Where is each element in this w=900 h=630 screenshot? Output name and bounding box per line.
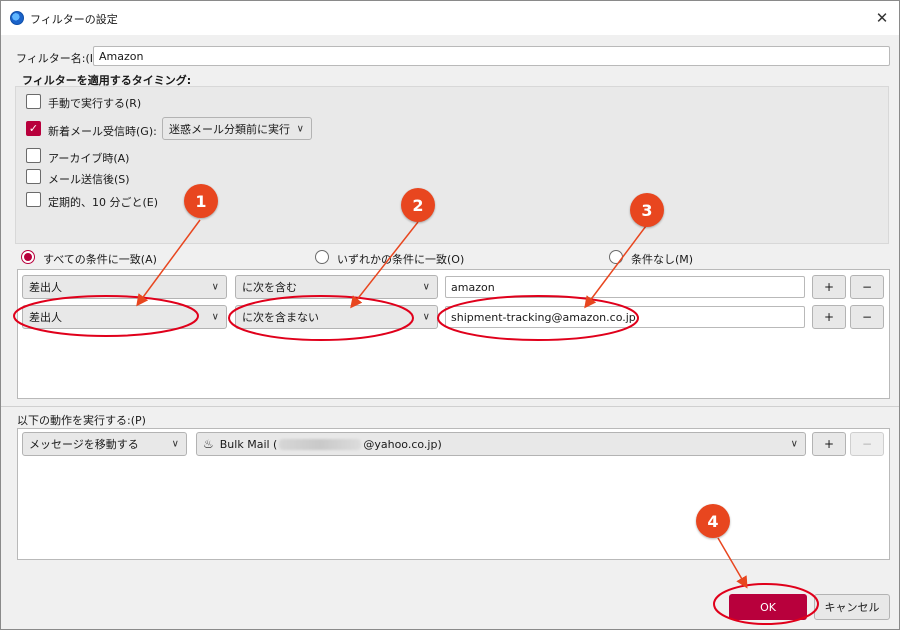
timing-panel — [15, 86, 889, 244]
chevron-down-icon: ∨ — [790, 438, 798, 450]
annotation-badge-2: 2 — [401, 188, 435, 222]
no-condition-label: 条件なし(M) — [631, 253, 694, 266]
new-mail-timing-value: 迷惑メール分類前に実行 — [169, 122, 290, 136]
actions-heading: 以下の動作を実行する:(P) — [17, 414, 146, 427]
rule-1-remove-button[interactable]: − — [850, 275, 884, 299]
action-target-suffix: @yahoo.co.jp) — [363, 437, 442, 451]
redacted-email — [279, 438, 362, 450]
ok-button[interactable]: OK — [729, 594, 807, 620]
filter-settings-dialog: フィルターの設定 ✕ フィルター名:(I) Amazon フィルターを適用するタ… — [0, 0, 900, 630]
cancel-button[interactable]: キャンセル — [814, 594, 890, 620]
chevron-down-icon: ∨ — [422, 311, 430, 323]
after-send-checkbox[interactable] — [26, 169, 41, 184]
new-mail-checkbox[interactable]: ✓ — [26, 121, 41, 136]
archive-label: アーカイブ時(A) — [48, 152, 130, 165]
action-remove-button[interactable]: − — [850, 432, 884, 456]
match-any-radio[interactable] — [315, 250, 329, 264]
chevron-down-icon: ∨ — [296, 123, 304, 134]
periodic-checkbox[interactable] — [26, 192, 41, 207]
manual-run-label: 手動で実行する(R) — [48, 97, 142, 110]
action-target-select[interactable]: ♨ Bulk Mail ( @yahoo.co.jp) ∨ — [196, 432, 806, 456]
rule-1-operator: に次を含む — [242, 281, 297, 294]
window-title: フィルターの設定 — [30, 13, 118, 26]
rule-2-remove-button[interactable]: − — [850, 305, 884, 329]
chevron-down-icon: ∨ — [211, 281, 219, 293]
manual-run-checkbox[interactable] — [26, 94, 41, 109]
filter-name-input[interactable]: Amazon — [93, 46, 890, 66]
rule-1-operator-select[interactable]: に次を含む ∨ — [235, 275, 438, 299]
annotation-badge-4: 4 — [696, 504, 730, 538]
periodic-label: 定期的、10 分ごと(E) — [48, 196, 159, 209]
rule-1-field-select[interactable]: 差出人 ∨ — [22, 275, 227, 299]
match-all-radio[interactable] — [21, 250, 35, 264]
rule-2-value-input[interactable]: shipment-tracking@amazon.co.jp — [445, 306, 805, 328]
rule-2-add-button[interactable]: + — [812, 305, 846, 329]
no-condition-radio[interactable] — [609, 250, 623, 264]
new-mail-timing-select[interactable]: 迷惑メール分類前に実行 ∨ — [162, 117, 312, 140]
rule-1-add-button[interactable]: + — [812, 275, 846, 299]
chevron-down-icon: ∨ — [171, 438, 179, 450]
after-send-label: メール送信後(S) — [48, 173, 130, 186]
rule-1-field: 差出人 — [29, 281, 62, 294]
filter-name-label: フィルター名:(I) — [16, 52, 98, 65]
action-type-select[interactable]: メッセージを移動する ∨ — [22, 432, 187, 456]
action-add-button[interactable]: + — [812, 432, 846, 456]
chevron-down-icon: ∨ — [422, 281, 430, 293]
title-bar: フィルターの設定 ✕ — [1, 1, 899, 35]
annotation-badge-3: 3 — [630, 193, 664, 227]
folder-icon: ♨ — [203, 437, 214, 451]
archive-checkbox[interactable] — [26, 148, 41, 163]
action-type: メッセージを移動する — [29, 438, 139, 451]
rule-1-value-input[interactable]: amazon — [445, 276, 805, 298]
section-divider — [1, 406, 899, 407]
action-target-prefix: Bulk Mail ( — [219, 437, 278, 451]
rule-2-field: 差出人 — [29, 311, 62, 324]
chevron-down-icon: ∨ — [211, 311, 219, 323]
new-mail-label: 新着メール受信時(G): — [48, 125, 157, 138]
rule-2-operator: に次を含まない — [242, 311, 319, 324]
thunderbird-icon — [10, 11, 24, 25]
annotation-badge-1: 1 — [184, 184, 218, 218]
close-button[interactable]: ✕ — [865, 1, 899, 35]
rule-2-operator-select[interactable]: に次を含まない ∨ — [235, 305, 438, 329]
rule-2-field-select[interactable]: 差出人 ∨ — [22, 305, 227, 329]
match-all-label: すべての条件に一致(A) — [43, 253, 157, 266]
match-any-label: いずれかの条件に一致(O) — [337, 253, 465, 266]
